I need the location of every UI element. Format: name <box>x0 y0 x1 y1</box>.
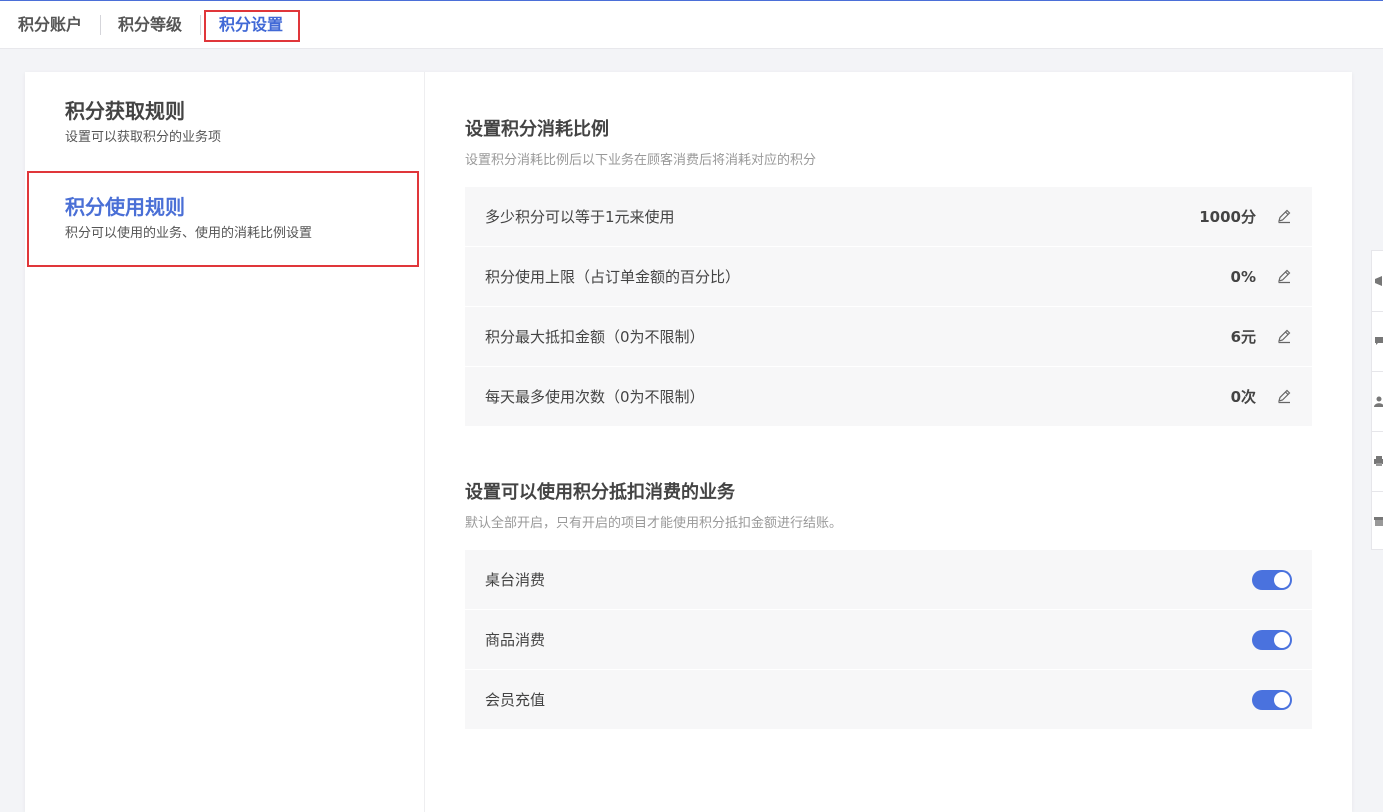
business-row-member-recharge: 会员充值 <box>465 670 1312 730</box>
toggle-knob <box>1274 692 1290 708</box>
row-label: 多少积分可以等于1元来使用 <box>485 208 675 226</box>
toolbar-divider <box>1372 371 1383 372</box>
ratio-row-usage-limit: 积分使用上限（占订单金额的百分比） 0% <box>465 247 1312 307</box>
business-section-title: 设置可以使用积分抵扣消费的业务 <box>465 482 735 503</box>
chat-bubble-icon[interactable] <box>1374 335 1383 347</box>
business-list: 桌台消费 商品消费 会员充值 <box>465 550 1312 730</box>
business-row-table-consumption: 桌台消费 <box>465 550 1312 610</box>
toggle-knob <box>1274 632 1290 648</box>
toggle-switch[interactable] <box>1252 690 1292 710</box>
edit-pencil-icon[interactable] <box>1276 388 1292 404</box>
toggle-knob <box>1274 572 1290 588</box>
ratio-section-desc: 设置积分消耗比例后以下业务在顾客消费后将消耗对应的积分 <box>465 153 817 168</box>
menu-item-title: 积分获取规则 <box>65 99 185 123</box>
menu-item-use-rules[interactable]: 积分使用规则 积分可以使用的业务、使用的消耗比例设置 <box>25 172 424 264</box>
row-value: 6元 <box>1230 328 1256 346</box>
ratio-row-points-per-yuan: 多少积分可以等于1元来使用 1000分 <box>465 187 1312 247</box>
toggle-switch[interactable] <box>1252 570 1292 590</box>
toggle-switch[interactable] <box>1252 630 1292 650</box>
printer-icon[interactable] <box>1374 455 1383 467</box>
row-label: 积分最大抵扣金额（0为不限制） <box>485 328 705 346</box>
rules-menu: 积分获取规则 设置可以获取积分的业务项 积分使用规则 积分可以使用的业务、使用的… <box>25 72 425 812</box>
row-label: 桌台消费 <box>485 571 546 589</box>
tab-divider <box>200 15 201 35</box>
row-label: 商品消费 <box>485 631 546 649</box>
toolbar-divider <box>1372 431 1383 432</box>
ratio-row-max-deduction: 积分最大抵扣金额（0为不限制） 6元 <box>465 307 1312 367</box>
menu-item-title: 积分使用规则 <box>65 195 185 219</box>
row-label: 积分使用上限（占订单金额的百分比） <box>485 268 741 286</box>
menu-item-desc: 设置可以获取积分的业务项 <box>65 130 222 145</box>
toolbar-divider <box>1372 491 1383 492</box>
ratio-list: 多少积分可以等于1元来使用 1000分 积分使用上限（占订单金额的百分比） 0%… <box>465 187 1312 427</box>
user-icon[interactable] <box>1374 395 1383 407</box>
row-value: 0% <box>1230 268 1256 286</box>
toolbar-divider <box>1372 311 1383 312</box>
settings-card: 积分获取规则 设置可以获取积分的业务项 积分使用规则 积分可以使用的业务、使用的… <box>25 72 1352 812</box>
row-label: 会员充值 <box>485 691 546 709</box>
tab-divider <box>100 15 101 35</box>
ratio-section-title: 设置积分消耗比例 <box>465 119 609 140</box>
megaphone-icon[interactable] <box>1374 275 1383 287</box>
edit-pencil-icon[interactable] <box>1276 268 1292 284</box>
tab-points-account[interactable]: 积分账户 <box>18 1 82 49</box>
side-toolbar <box>1371 250 1383 550</box>
tab-points-level[interactable]: 积分等级 <box>118 1 182 49</box>
row-value: 0次 <box>1230 388 1256 406</box>
menu-item-earn-rules[interactable]: 积分获取规则 设置可以获取积分的业务项 <box>25 72 424 162</box>
business-row-product-consumption: 商品消费 <box>465 610 1312 670</box>
edit-pencil-icon[interactable] <box>1276 208 1292 224</box>
tab-bar: 积分账户 积分等级 积分设置 <box>0 1 1383 49</box>
box-icon[interactable] <box>1374 515 1383 527</box>
ratio-row-daily-uses: 每天最多使用次数（0为不限制） 0次 <box>465 367 1312 427</box>
edit-pencil-icon[interactable] <box>1276 328 1292 344</box>
row-label: 每天最多使用次数（0为不限制） <box>485 388 705 406</box>
menu-item-desc: 积分可以使用的业务、使用的消耗比例设置 <box>65 226 313 241</box>
row-value: 1000分 <box>1199 208 1256 226</box>
business-section-desc: 默认全部开启，只有开启的项目才能使用积分抵扣金额进行结账。 <box>465 516 843 531</box>
tab-points-settings[interactable]: 积分设置 <box>219 1 283 49</box>
